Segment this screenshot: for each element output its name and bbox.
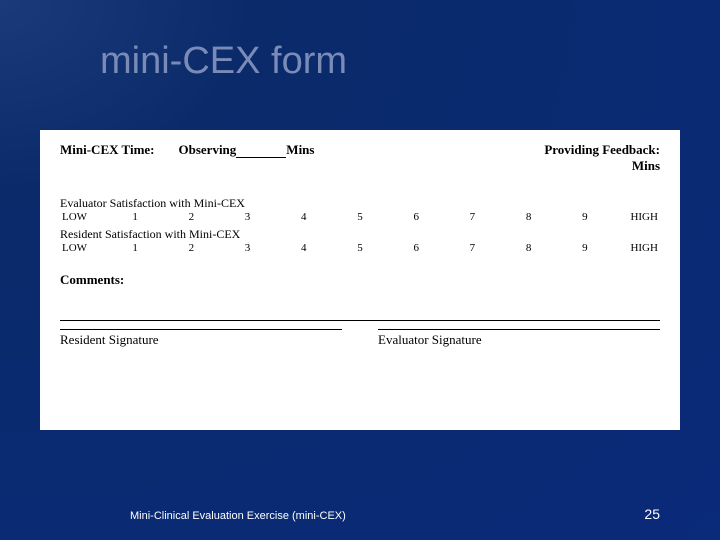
page-number: 25 [644,506,660,522]
evaluator-scale: LOW 1 2 3 4 5 6 7 8 9 HIGH [60,211,660,223]
evaluator-satis-label: Evaluator Satisfaction with Mini-CEX [60,196,660,211]
evaluator-sig-label: Evaluator Signature [378,332,660,348]
signature-row: Resident Signature Evaluator Signature [60,321,660,348]
resident-scale: LOW 1 2 3 4 5 6 7 8 9 HIGH [60,242,660,254]
comments-label: Comments: [60,272,660,288]
observing-field: ObservingMins [179,142,315,174]
resident-sig-line [60,329,342,330]
resident-satis-label: Resident Satisfaction with Mini-CEX [60,227,660,242]
slide-title: mini-CEX form [100,40,347,83]
footer-text: Mini-Clinical Evaluation Exercise (mini-… [130,510,346,522]
time-label: Mini-CEX Time: [60,142,155,174]
time-row: Mini-CEX Time: ObservingMins Providing F… [60,142,660,174]
evaluator-sig-line [378,329,660,330]
form-panel: Mini-CEX Time: ObservingMins Providing F… [40,130,680,430]
resident-sig-label: Resident Signature [60,332,342,348]
feedback-field: Providing Feedback: Mins [544,142,660,174]
